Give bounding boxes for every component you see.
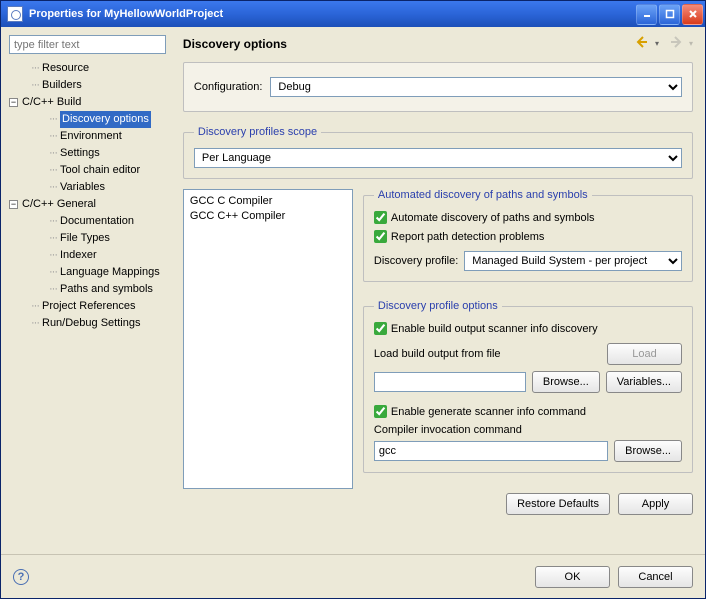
close-button[interactable]	[682, 4, 703, 25]
minimize-button[interactable]	[636, 4, 657, 25]
variables-button[interactable]: Variables...	[606, 371, 682, 393]
tree-item-general[interactable]: C/C++ General	[22, 196, 96, 213]
tree-item-builders[interactable]: Builders	[42, 77, 82, 94]
forward-menu-icon: ▾	[689, 39, 693, 48]
load-label: Load build output from file	[374, 348, 601, 360]
configuration-label: Configuration:	[194, 81, 263, 93]
enable-generate-checkbox[interactable]	[374, 405, 387, 418]
opts-legend: Discovery profile options	[374, 300, 502, 312]
app-icon	[7, 6, 23, 22]
enable-generate-label: Enable generate scanner info command	[391, 406, 586, 418]
profile-options-group: Discovery profile options Enable build o…	[363, 300, 693, 473]
tree-item-build[interactable]: C/C++ Build	[22, 94, 81, 111]
report-label: Report path detection problems	[391, 231, 544, 243]
cancel-button[interactable]: Cancel	[618, 566, 693, 588]
enable-scanner-label: Enable build output scanner info discove…	[391, 323, 598, 335]
window-title: Properties for MyHellowWorldProject	[29, 1, 636, 27]
browse-button-1[interactable]: Browse...	[532, 371, 600, 393]
restore-defaults-button[interactable]: Restore Defaults	[506, 493, 610, 515]
scope-select[interactable]: Per Language	[194, 148, 682, 168]
filter-input[interactable]	[9, 35, 166, 54]
browse-button-2[interactable]: Browse...	[614, 440, 682, 462]
load-button[interactable]: Load	[607, 343, 682, 365]
back-menu-icon[interactable]: ▾	[655, 39, 659, 48]
page-title: Discovery options	[183, 37, 635, 51]
list-item[interactable]: GCC C++ Compiler	[190, 209, 346, 224]
forward-button[interactable]	[669, 35, 683, 52]
ok-button[interactable]: OK	[535, 566, 610, 588]
configuration-select[interactable]: Debug	[270, 77, 682, 97]
enable-scanner-checkbox[interactable]	[374, 322, 387, 335]
profile-label: Discovery profile:	[374, 255, 458, 267]
tree-item-langmap[interactable]: Language Mappings	[60, 264, 160, 281]
main-grid: GCC C Compiler GCC C++ Compiler Automate…	[183, 189, 693, 489]
navigation-pane: ···Resource ···Builders −C/C++ Build ···…	[1, 27, 172, 554]
tree-item-discovery[interactable]: Discovery options	[60, 111, 151, 128]
auto-legend: Automated discovery of paths and symbols	[374, 189, 592, 201]
titlebar: Properties for MyHellowWorldProject	[1, 1, 705, 27]
tree-item-toolchain[interactable]: Tool chain editor	[60, 162, 140, 179]
load-path-input[interactable]	[374, 372, 526, 392]
dialog-footer: ? OK Cancel	[1, 554, 705, 598]
tree-item-paths[interactable]: Paths and symbols	[60, 281, 153, 298]
back-button[interactable]	[635, 35, 649, 52]
tree-item-indexer[interactable]: Indexer	[60, 247, 97, 264]
automate-label: Automate discovery of paths and symbols	[391, 212, 595, 224]
auto-discovery-group: Automated discovery of paths and symbols…	[363, 189, 693, 282]
apply-button[interactable]: Apply	[618, 493, 693, 515]
right-column: Automated discovery of paths and symbols…	[363, 189, 693, 489]
tree-item-projrefs[interactable]: Project References	[42, 298, 136, 315]
profile-select[interactable]: Managed Build System - per project	[464, 251, 682, 271]
compiler-list[interactable]: GCC C Compiler GCC C++ Compiler	[183, 189, 353, 489]
automate-checkbox[interactable]	[374, 211, 387, 224]
tree-item-environment[interactable]: Environment	[60, 128, 122, 145]
compiler-command-input[interactable]	[374, 441, 608, 461]
dialog-body: ···Resource ···Builders −C/C++ Build ···…	[1, 27, 705, 554]
help-button[interactable]: ?	[13, 569, 29, 585]
properties-dialog: Properties for MyHellowWorldProject ···R…	[0, 0, 706, 599]
nav-tree[interactable]: ···Resource ···Builders −C/C++ Build ···…	[9, 60, 166, 546]
maximize-button[interactable]	[659, 4, 680, 25]
tree-item-rundebug[interactable]: Run/Debug Settings	[42, 315, 140, 332]
tree-item-variables[interactable]: Variables	[60, 179, 105, 196]
tree-item-documentation[interactable]: Documentation	[60, 213, 134, 230]
tree-item-resource[interactable]: Resource	[42, 60, 89, 77]
collapse-icon[interactable]: −	[9, 98, 18, 107]
scope-group: Discovery profiles scope Per Language	[183, 126, 693, 179]
apply-row: Restore Defaults Apply	[183, 493, 693, 515]
scope-legend: Discovery profiles scope	[194, 126, 321, 138]
cmd-label: Compiler invocation command	[374, 424, 682, 436]
report-checkbox[interactable]	[374, 230, 387, 243]
tree-item-filetypes[interactable]: File Types	[60, 230, 110, 247]
collapse-icon[interactable]: −	[9, 200, 18, 209]
window-controls	[636, 4, 703, 25]
tree-item-settings[interactable]: Settings	[60, 145, 100, 162]
list-item[interactable]: GCC C Compiler	[190, 194, 346, 209]
configuration-panel: Configuration: Debug	[183, 62, 693, 112]
content-pane: Discovery options ▾ ▾ Configuration: Deb…	[175, 27, 705, 554]
